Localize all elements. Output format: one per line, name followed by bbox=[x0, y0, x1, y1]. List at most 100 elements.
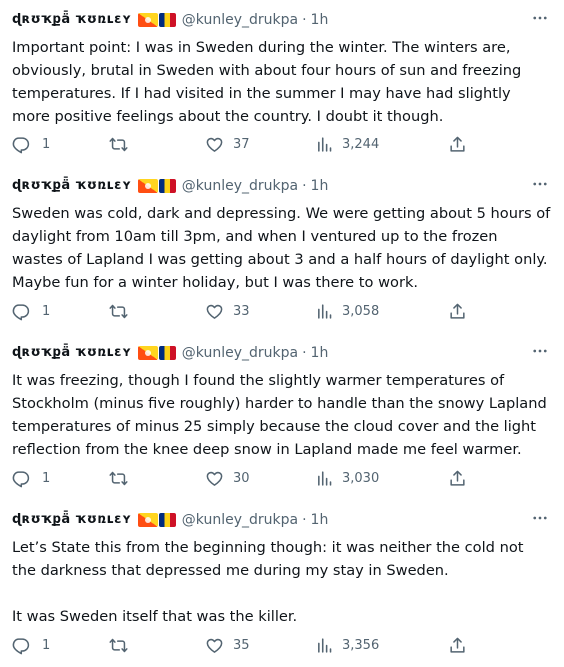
bhutan-flag-icon bbox=[137, 346, 158, 360]
heart-icon bbox=[206, 471, 223, 486]
tweet-header: ɖʀʊҡքǟ ҡʊռʟɛʏ @kunley_drukpa · 1h bbox=[12, 341, 552, 365]
timestamp[interactable]: 1h bbox=[311, 8, 329, 32]
share-icon bbox=[450, 303, 465, 319]
more-options-icon[interactable] bbox=[530, 174, 550, 194]
tweet[interactable]: ɖʀʊҡքǟ ҡʊռʟɛʏ @kunley_drukpa · 1h It was… bbox=[0, 331, 564, 498]
timestamp[interactable]: 1h bbox=[311, 341, 329, 365]
tweet-text: Let’s State this from the beginning thou… bbox=[12, 539, 524, 625]
user-handle[interactable]: @kunley_drukpa bbox=[182, 174, 298, 198]
display-name[interactable]: ɖʀʊҡքǟ ҡʊռʟɛʏ bbox=[12, 508, 132, 532]
view-count: 3,356 bbox=[342, 637, 380, 653]
like-count: 35 bbox=[233, 637, 250, 653]
like-button[interactable]: 33 bbox=[205, 299, 250, 323]
share-icon bbox=[450, 136, 465, 152]
retweet-icon bbox=[109, 304, 128, 318]
share-button[interactable] bbox=[448, 299, 467, 323]
share-button[interactable] bbox=[448, 633, 467, 657]
views-button[interactable]: 3,244 bbox=[316, 132, 379, 156]
retweet-button[interactable] bbox=[108, 132, 138, 156]
retweet-icon bbox=[109, 471, 128, 485]
tweet-header: ɖʀʊҡքǟ ҡʊռʟɛʏ @kunley_drukpa · 1h bbox=[12, 508, 552, 532]
user-handle[interactable]: @kunley_drukpa bbox=[182, 8, 298, 32]
display-name[interactable]: ɖʀʊҡքǟ ҡʊռʟɛʏ bbox=[12, 8, 132, 32]
reply-button[interactable]: 1 bbox=[11, 299, 50, 323]
more-options-icon[interactable] bbox=[530, 341, 550, 361]
reply-icon bbox=[12, 470, 30, 487]
romania-flag-icon bbox=[158, 346, 176, 360]
retweet-button[interactable] bbox=[108, 633, 138, 657]
like-count: 30 bbox=[233, 470, 250, 486]
bhutan-flag-icon bbox=[137, 179, 158, 193]
more-options-icon[interactable] bbox=[530, 508, 550, 528]
like-button[interactable]: 35 bbox=[205, 633, 250, 657]
like-button[interactable]: 30 bbox=[205, 466, 250, 490]
reply-button[interactable]: 1 bbox=[11, 633, 50, 657]
tweet-header: ɖʀʊҡքǟ ҡʊռʟɛʏ @kunley_drukpa · 1h bbox=[12, 8, 552, 32]
tweet[interactable]: ɖʀʊҡքǟ ҡʊռʟɛʏ @kunley_drukpa · 1h Let’s … bbox=[0, 498, 564, 665]
like-button[interactable]: 37 bbox=[205, 132, 250, 156]
tweet-actions: 1 33 3,058 bbox=[0, 299, 564, 323]
romania-flag-icon bbox=[158, 513, 176, 527]
analytics-icon bbox=[318, 136, 332, 152]
tweet-text: Sweden was cold, dark and depressing. We… bbox=[12, 205, 555, 291]
flag-emojis bbox=[137, 346, 176, 360]
bhutan-flag-icon bbox=[137, 513, 158, 527]
timestamp[interactable]: 1h bbox=[311, 508, 329, 532]
share-icon bbox=[450, 470, 465, 486]
heart-icon bbox=[206, 137, 223, 152]
share-icon bbox=[450, 637, 465, 653]
reply-icon bbox=[12, 136, 30, 153]
flag-emojis bbox=[137, 13, 176, 27]
like-count: 37 bbox=[233, 136, 250, 152]
separator-dot: · bbox=[302, 12, 307, 28]
display-name[interactable]: ɖʀʊҡքǟ ҡʊռʟɛʏ bbox=[12, 174, 132, 198]
analytics-icon bbox=[318, 470, 332, 486]
tweet-thread: ɖʀʊҡքǟ ҡʊռʟɛʏ @kunley_drukpa · 1h Import… bbox=[0, 0, 564, 665]
flag-emojis bbox=[137, 513, 176, 527]
reply-count: 1 bbox=[42, 470, 51, 486]
view-count: 3,244 bbox=[342, 136, 380, 152]
like-count: 33 bbox=[233, 303, 250, 319]
tweet[interactable]: ɖʀʊҡքǟ ҡʊռʟɛʏ @kunley_drukpa · 1h Import… bbox=[0, 0, 564, 164]
reply-count: 1 bbox=[42, 136, 51, 152]
tweet-text: It was freezing, though I found the slig… bbox=[12, 372, 552, 458]
view-count: 3,058 bbox=[342, 303, 380, 319]
tweet-actions: 1 37 3,244 bbox=[0, 132, 564, 156]
tweet-header: ɖʀʊҡքǟ ҡʊռʟɛʏ @kunley_drukpa · 1h bbox=[12, 174, 552, 198]
user-handle[interactable]: @kunley_drukpa bbox=[182, 341, 298, 365]
romania-flag-icon bbox=[158, 179, 176, 193]
share-button[interactable] bbox=[448, 466, 467, 490]
retweet-icon bbox=[109, 137, 128, 151]
tweet-text: Important point: I was in Sweden during … bbox=[12, 39, 526, 125]
separator-dot: · bbox=[302, 178, 307, 194]
views-button[interactable]: 3,058 bbox=[316, 299, 379, 323]
tweet-actions: 1 30 3,030 bbox=[0, 466, 564, 490]
user-handle[interactable]: @kunley_drukpa bbox=[182, 508, 298, 532]
heart-icon bbox=[206, 638, 223, 653]
romania-flag-icon bbox=[158, 13, 176, 27]
views-button[interactable]: 3,030 bbox=[316, 466, 379, 490]
retweet-button[interactable] bbox=[108, 466, 138, 490]
retweet-button[interactable] bbox=[108, 299, 138, 323]
reply-count: 1 bbox=[42, 303, 51, 319]
reply-icon bbox=[12, 303, 30, 320]
bhutan-flag-icon bbox=[137, 13, 158, 27]
analytics-icon bbox=[318, 637, 332, 653]
more-options-icon[interactable] bbox=[530, 8, 550, 28]
reply-icon bbox=[12, 637, 30, 654]
reply-button[interactable]: 1 bbox=[11, 466, 50, 490]
heart-icon bbox=[206, 304, 223, 319]
share-button[interactable] bbox=[448, 132, 467, 156]
separator-dot: · bbox=[302, 345, 307, 361]
tweet[interactable]: ɖʀʊҡքǟ ҡʊռʟɛʏ @kunley_drukpa · 1h Sweden… bbox=[0, 164, 564, 331]
reply-button[interactable]: 1 bbox=[11, 132, 50, 156]
timestamp[interactable]: 1h bbox=[311, 174, 329, 198]
tweet-actions: 1 35 3,356 bbox=[0, 633, 564, 657]
analytics-icon bbox=[318, 303, 332, 319]
separator-dot: · bbox=[302, 512, 307, 528]
views-button[interactable]: 3,356 bbox=[316, 633, 379, 657]
reply-count: 1 bbox=[42, 637, 51, 653]
retweet-icon bbox=[109, 638, 128, 652]
display-name[interactable]: ɖʀʊҡքǟ ҡʊռʟɛʏ bbox=[12, 341, 132, 365]
view-count: 3,030 bbox=[342, 470, 380, 486]
